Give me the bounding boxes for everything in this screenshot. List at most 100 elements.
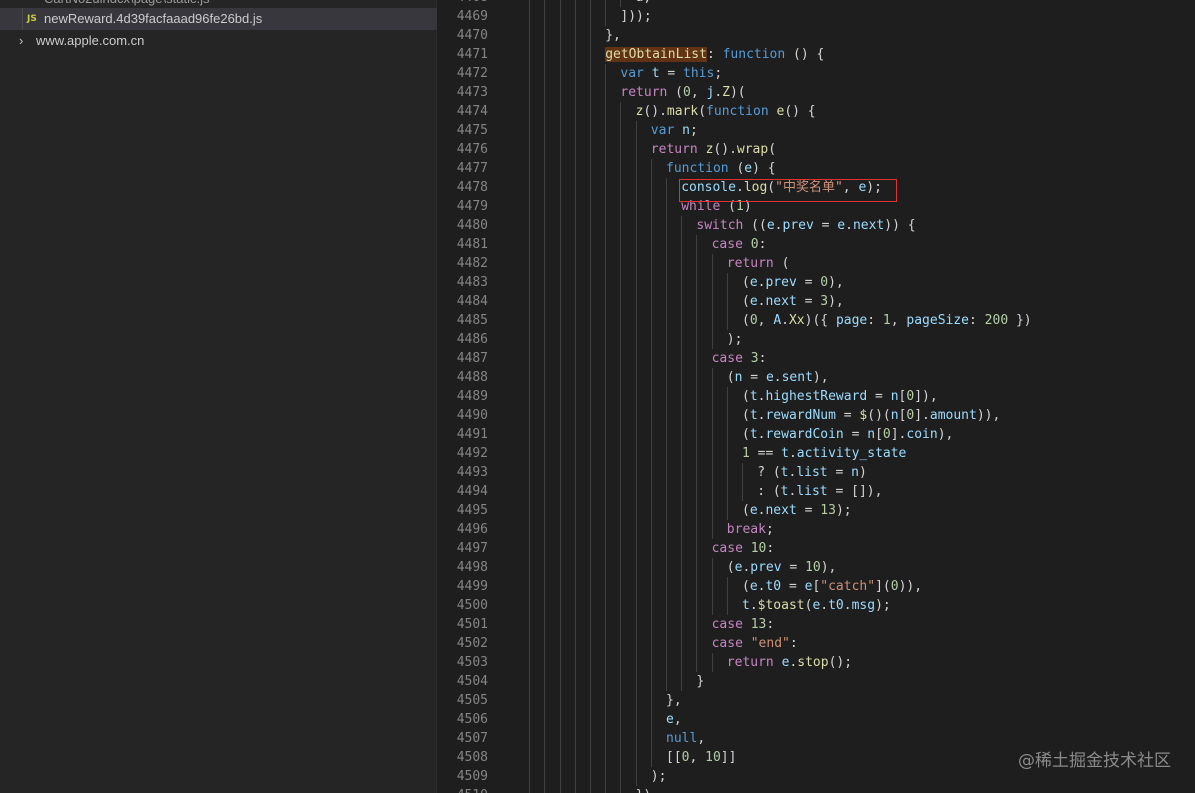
code-line[interactable]: 4498 (e.prev = 10), [438,558,1195,577]
code-token: ); [726,332,743,347]
code-token: 13 [750,617,767,632]
code-line[interactable]: 4504} [438,672,1195,691]
line-number: 4484 [456,294,488,309]
code-token: () { [785,47,825,62]
code-token: e [766,218,775,233]
code-line[interactable]: 4468 a, [438,0,1195,7]
code-token: t [742,598,750,613]
code-line[interactable]: 4489 (t.highestReward = n[0]), [438,387,1195,406]
code-token: [[ [666,750,682,765]
line-number: 4472 [456,66,488,81]
code-token: . [714,85,723,100]
code-token: . [749,598,758,613]
code-line[interactable]: 4492 1 == t.activity_state [438,444,1195,463]
code-line[interactable]: 4486); [438,330,1195,349]
chevron-right-icon[interactable]: › [19,30,23,52]
line-number: 4473 [456,85,488,100]
code-text: (e.t0 = e["catch"](0)), [742,577,922,596]
line-number: 4482 [456,256,488,271]
code-line[interactable]: 4497 case 10: [438,539,1195,558]
code-token: prev [782,218,814,233]
code-text: case 13: [712,615,775,634]
code-token: t0 [828,598,844,613]
code-line[interactable]: 4475 var n; [438,121,1195,140]
code-line[interactable]: 4493 ? (t.list = n) [438,463,1195,482]
code-token: )) { [884,218,916,233]
line-number: 4480 [456,218,488,233]
code-token: highestReward [765,389,868,404]
code-token: t [749,389,758,404]
code-line[interactable]: 4510}) [438,786,1195,793]
code-token: ), [812,370,829,385]
code-editor[interactable]: 4468a,4469]));4470},4471getObtainList: f… [438,0,1195,793]
code-token: , [757,313,774,328]
code-line[interactable]: 4483 (e.prev = 0), [438,273,1195,292]
code-token: : [766,541,775,556]
code-token: )( [729,85,746,100]
code-line[interactable]: 4494: (t.list = []), [438,482,1195,501]
code-line[interactable]: 4491 (t.rewardCoin = n[0].coin), [438,425,1195,444]
code-line[interactable]: 4496 break; [438,520,1195,539]
code-token: ( [742,313,750,328]
code-line[interactable]: 4487 case 3: [438,349,1195,368]
code-text: return e.stop(); [727,653,852,672]
code-line[interactable]: 4502 case "end": [438,634,1195,653]
code-line[interactable]: 4503 return e.stop(); [438,653,1195,672]
code-token: ]. [890,427,907,442]
code-line[interactable]: 4480 switch ((e.prev = e.next)) { [438,216,1195,235]
code-token: t [749,427,758,442]
code-line[interactable]: 4476 return z().wrap( [438,140,1195,159]
code-token: : [758,237,767,252]
line-number: 4483 [456,275,488,290]
folder-tree-item[interactable]: › www.apple.com.cn [0,30,437,52]
line-number: 4500 [456,598,488,613]
code-token: }) [636,788,652,793]
code-line[interactable]: 4484 (e.next = 3), [438,292,1195,311]
code-token: ) { [752,161,776,176]
code-line[interactable]: 4469])); [438,7,1195,26]
code-text: (0, A.Xx)({ page: 1, pageSize: 200 }) [742,311,1032,330]
code-line[interactable]: 4505}, [438,691,1195,710]
code-token: : [969,313,985,328]
code-line[interactable]: 4482 return ( [438,254,1195,273]
code-token: rewardNum [765,408,836,423]
code-token: prev [765,275,797,290]
code-line[interactable]: 4481 case 0: [438,235,1195,254]
code-token: ), [937,427,954,442]
code-token: = [796,275,821,290]
code-line[interactable]: 4474 z().mark(function e() { [438,102,1195,121]
code-token: a, [636,0,652,5]
code-line[interactable]: 4501 case 13: [438,615,1195,634]
code-token: return [620,85,668,100]
code-token: function [706,104,769,119]
code-token: t [651,66,660,81]
code-token: null [666,731,698,746]
line-number: 4510 [438,786,488,793]
js-file-icon: JS [27,14,37,24]
code-text: e, [666,710,682,729]
code-line[interactable]: 4471 getObtainList: function () { [438,45,1195,64]
code-line[interactable]: 4473 return (0, j.Z)( [438,83,1195,102]
code-token: e [749,579,758,594]
code-line[interactable]: 4506 e, [438,710,1195,729]
code-line[interactable]: 4490 (t.rewardNum = $()(n[0].amount)), [438,406,1195,425]
code-line[interactable]: 4472 var t = this; [438,64,1195,83]
code-line[interactable]: 4488 (n = e.sent), [438,368,1195,387]
code-line[interactable]: 4500 t.$toast(e.t0.msg); [438,596,1195,615]
code-text: return z().wrap( [651,140,776,159]
code-token: function [666,161,729,176]
line-number: 4479 [456,199,488,214]
code-line[interactable]: 4495 (e.next = 13); [438,501,1195,520]
code-line[interactable]: 4477 function (e) { [438,159,1195,178]
file-tree-item-selected[interactable]: JS newReward.4d39facfaaad96fe26bd.js [0,8,437,30]
code-token: 3 [820,294,829,309]
code-token: t [749,408,758,423]
line-number: 4499 [456,579,488,594]
code-line[interactable]: 4470}, [438,26,1195,45]
code-line[interactable]: 4499 (e.t0 = e["catch"](0)), [438,577,1195,596]
code-line[interactable]: 4485 (0, A.Xx)({ page: 1, pageSize: 200 }… [438,311,1195,330]
